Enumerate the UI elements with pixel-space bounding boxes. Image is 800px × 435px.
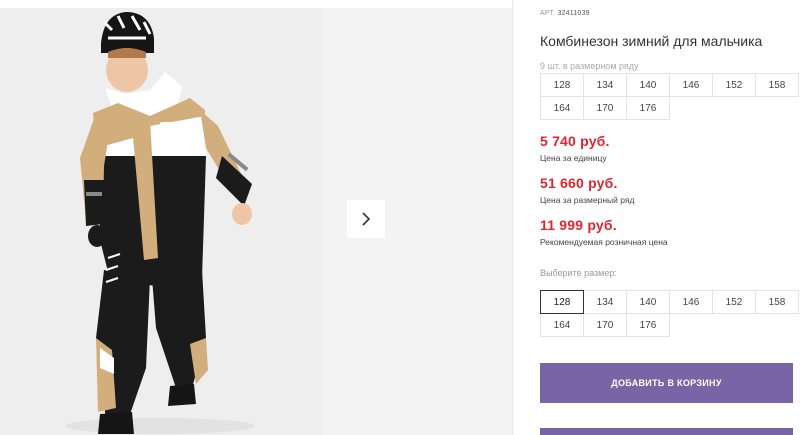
retail-price-label: Рекомендуемая розничная цена: [540, 237, 668, 247]
chevron-right-icon: [362, 212, 371, 226]
panel-divider: [512, 0, 513, 435]
pack-size-cell: 170: [583, 96, 627, 120]
size-option[interactable]: 140: [626, 290, 670, 314]
size-option[interactable]: 158: [755, 290, 799, 314]
size-option[interactable]: 170: [583, 313, 627, 337]
pack-size-note: 9 шт. в размерном ряду: [540, 61, 639, 71]
pack-size-cell: 152: [712, 73, 756, 97]
sku-line: АРТ. 32411039: [540, 10, 590, 17]
pack-size-cell: 128: [540, 73, 584, 97]
add-to-cart-button[interactable]: ДОБАВИТЬ В КОРЗИНУ: [540, 363, 793, 403]
size-option[interactable]: 152: [712, 290, 756, 314]
size-selector: 128 134 140 146 152 158 164 170 176: [540, 290, 800, 337]
pack-size-cell: 146: [669, 73, 713, 97]
pack-size-cell: 158: [755, 73, 799, 97]
unit-price-label: Цена за единицу: [540, 153, 607, 163]
pack-price: 51 660 руб.: [540, 175, 618, 191]
pack-price-label: Цена за размерный ряд: [540, 195, 635, 205]
pack-size-cell: 140: [626, 73, 670, 97]
unit-price: 5 740 руб.: [540, 133, 610, 149]
sku-number: 32411039: [557, 10, 590, 17]
product-photo[interactable]: [0, 8, 322, 435]
size-option[interactable]: 176: [626, 313, 670, 337]
retail-price: 11 999 руб.: [540, 217, 617, 233]
pack-size-cell: 164: [540, 96, 584, 120]
product-title: Комбинезон зимний для мальчика: [540, 33, 763, 49]
sku-label: АРТ.: [540, 10, 556, 17]
pack-size-cell: 176: [626, 96, 670, 120]
pack-size-grid: 128 134 140 146 152 158 164 170 176: [540, 73, 800, 120]
secondary-action-button[interactable]: [540, 428, 793, 435]
product-gallery: [0, 8, 512, 435]
next-image-button[interactable]: [347, 200, 385, 238]
choose-size-label: Выберите размер:: [540, 268, 617, 278]
kid-snowsuit-image: [0, 8, 322, 435]
size-option[interactable]: 134: [583, 290, 627, 314]
size-option[interactable]: 146: [669, 290, 713, 314]
pack-size-cell: 134: [583, 73, 627, 97]
size-option[interactable]: 164: [540, 313, 584, 337]
size-option-selected[interactable]: 128: [540, 290, 584, 314]
